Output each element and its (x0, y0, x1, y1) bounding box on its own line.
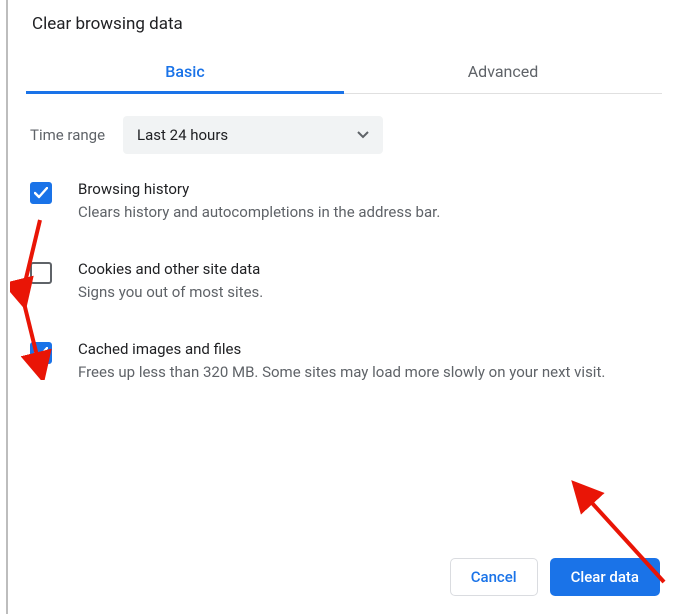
time-range-select[interactable]: Last 24 hours (123, 116, 383, 154)
option-cache: Cached images and files Frees up less th… (30, 340, 658, 384)
options-list: Browsing history Clears history and auto… (26, 180, 662, 383)
option-desc: Signs you out of most sites. (78, 282, 658, 304)
checkbox-cache[interactable] (30, 342, 52, 364)
option-cookies: Cookies and other site data Signs you ou… (30, 260, 658, 304)
tab-advanced[interactable]: Advanced (344, 48, 662, 93)
tabs: Basic Advanced (26, 48, 662, 94)
dialog-title: Clear browsing data (26, 0, 662, 42)
time-range-row: Time range Last 24 hours (30, 116, 658, 154)
clear-data-button[interactable]: Clear data (550, 558, 660, 596)
dialog-footer: Cancel Clear data (450, 558, 660, 596)
checkbox-browsing-history[interactable] (30, 182, 52, 204)
time-range-label: Time range (30, 126, 105, 144)
option-desc: Clears history and autocompletions in th… (78, 202, 658, 224)
option-title: Cookies and other site data (78, 260, 658, 278)
chevron-down-icon (357, 128, 369, 142)
cancel-button[interactable]: Cancel (450, 558, 538, 596)
clear-browsing-data-dialog: Clear browsing data Basic Advanced Time … (8, 0, 680, 614)
tab-basic[interactable]: Basic (26, 48, 344, 93)
checkbox-cookies[interactable] (30, 262, 52, 284)
option-title: Browsing history (78, 180, 658, 198)
option-desc: Frees up less than 320 MB. Some sites ma… (78, 362, 658, 384)
option-browsing-history: Browsing history Clears history and auto… (30, 180, 658, 224)
time-range-value: Last 24 hours (137, 126, 228, 144)
option-title: Cached images and files (78, 340, 658, 358)
